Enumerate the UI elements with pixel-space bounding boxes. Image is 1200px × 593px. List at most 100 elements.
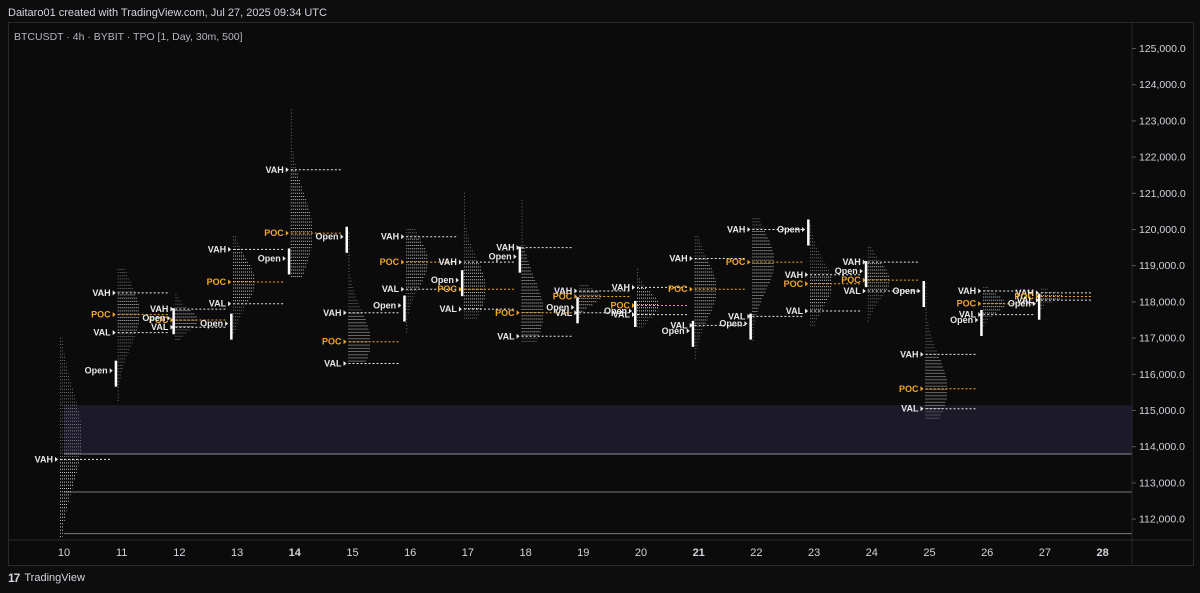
vah-arrow bbox=[574, 288, 578, 294]
vah-arrow bbox=[805, 272, 809, 278]
highlight-zone bbox=[64, 405, 1132, 454]
x-tick-label: 11 bbox=[116, 547, 127, 559]
y-tick-label: 123,000.0 bbox=[1139, 115, 1186, 127]
val-label: VAL bbox=[901, 404, 919, 414]
poc-label: POC bbox=[380, 257, 400, 267]
vah-label: VAH bbox=[439, 257, 457, 267]
poc-label: POC bbox=[668, 284, 688, 294]
open-bar bbox=[634, 300, 637, 327]
y-tick-label: 119,000.0 bbox=[1139, 260, 1185, 272]
x-tick-label: 13 bbox=[231, 547, 243, 559]
val-label: VAL bbox=[786, 306, 804, 316]
x-tick-label: 19 bbox=[577, 547, 589, 559]
open-label: Open bbox=[719, 319, 742, 329]
y-tick-label: 116,000.0 bbox=[1139, 369, 1185, 381]
x-tick-label: 26 bbox=[981, 547, 993, 559]
poc-arrow bbox=[920, 386, 924, 392]
val-label: VAL bbox=[382, 284, 400, 294]
poc-arrow bbox=[689, 286, 693, 292]
poc-arrow bbox=[285, 230, 289, 236]
open-label: Open bbox=[489, 252, 512, 262]
open-arrow bbox=[802, 227, 806, 232]
open-arrow bbox=[398, 303, 402, 309]
open-label: Open bbox=[662, 326, 685, 336]
open-label: Open bbox=[950, 315, 973, 325]
poc-label: POC bbox=[726, 257, 746, 267]
x-tick-label: 16 bbox=[404, 547, 416, 559]
poc-label: POC bbox=[553, 291, 573, 301]
open-arrow bbox=[571, 304, 575, 310]
y-tick-label: 118,000.0 bbox=[1139, 296, 1185, 308]
poc-label: POC bbox=[207, 277, 227, 287]
poc-label: POC bbox=[437, 284, 457, 294]
open-arrow bbox=[975, 317, 979, 323]
poc-arrow bbox=[747, 259, 751, 265]
poc-label: POC bbox=[784, 279, 804, 289]
vah-arrow bbox=[343, 310, 347, 316]
open-label: Open bbox=[604, 306, 627, 316]
open-bar bbox=[807, 219, 810, 246]
x-tick-label: 25 bbox=[923, 547, 935, 559]
open-bar bbox=[1037, 293, 1041, 320]
x-tick-label: 27 bbox=[1039, 547, 1051, 559]
vah-arrow bbox=[632, 284, 635, 290]
open-bar bbox=[114, 360, 118, 387]
y-tick-label: 114,000.0 bbox=[1139, 441, 1185, 453]
y-tick-label: 124,000.0 bbox=[1139, 79, 1186, 91]
val-label: VAL bbox=[93, 328, 111, 338]
vah-label: VAH bbox=[323, 308, 341, 318]
vah-label: VAH bbox=[92, 288, 110, 298]
vah-label: VAH bbox=[381, 232, 399, 242]
open-arrow bbox=[629, 308, 632, 314]
tradingview-footer[interactable]: 17 TradingView bbox=[8, 571, 85, 585]
x-tick-label: 10 bbox=[58, 547, 70, 559]
y-tick-label: 115,000.0 bbox=[1139, 405, 1185, 417]
tradingview-logo-icon: 17 bbox=[8, 571, 20, 585]
y-tick-label: 112,000.0 bbox=[1139, 514, 1185, 526]
val-arrow bbox=[805, 308, 809, 314]
vah-arrow bbox=[285, 167, 289, 173]
open-arrow bbox=[686, 328, 690, 334]
val-arrow bbox=[228, 301, 232, 307]
vah-arrow bbox=[920, 351, 924, 357]
x-tick-label: 20 bbox=[635, 547, 647, 559]
x-tick-label: 14 bbox=[289, 547, 302, 559]
tpo-chart[interactable]: 125,000.0 124,000.0 123,000.0 122,000.0 121,… bbox=[0, 0, 1200, 593]
open-bar bbox=[460, 270, 464, 297]
poc-arrow bbox=[343, 339, 347, 345]
val-arrow bbox=[458, 306, 462, 312]
x-tick-label: 24 bbox=[866, 547, 878, 559]
val-label: VAL bbox=[497, 331, 515, 341]
vah-label: VAH bbox=[208, 244, 226, 254]
poc-label: POC bbox=[264, 228, 284, 238]
val-arrow bbox=[401, 286, 405, 292]
open-arrow bbox=[917, 288, 921, 294]
open-arrow bbox=[109, 368, 113, 374]
open-label: Open bbox=[258, 253, 281, 263]
vah-arrow bbox=[689, 255, 693, 261]
open-label: Open bbox=[373, 301, 396, 311]
open-arrow bbox=[282, 255, 286, 261]
poc-label: POC bbox=[495, 308, 515, 318]
poc-arrow bbox=[401, 259, 405, 265]
open-arrow bbox=[167, 315, 171, 321]
y-tick-label: 125,000.0 bbox=[1139, 43, 1186, 55]
open-label: Open bbox=[85, 366, 108, 376]
poc-label: POC bbox=[91, 310, 111, 320]
poc-label: POC bbox=[957, 299, 977, 309]
vah-label: VAH bbox=[727, 225, 745, 235]
val-arrow bbox=[112, 330, 116, 336]
x-tick-label: 15 bbox=[346, 547, 358, 559]
val-arrow bbox=[516, 333, 520, 339]
val-arrow bbox=[862, 288, 866, 294]
vah-arrow bbox=[228, 246, 232, 252]
poc-arrow bbox=[805, 281, 809, 287]
open-bar bbox=[230, 313, 233, 340]
open-bar bbox=[345, 226, 348, 253]
val-label: VAL bbox=[209, 299, 227, 309]
x-tick-label: 18 bbox=[519, 547, 531, 559]
open-bar bbox=[287, 248, 291, 275]
open-bar bbox=[749, 313, 752, 340]
x-tick-label: 17 bbox=[462, 547, 474, 559]
open-bar bbox=[576, 297, 579, 324]
